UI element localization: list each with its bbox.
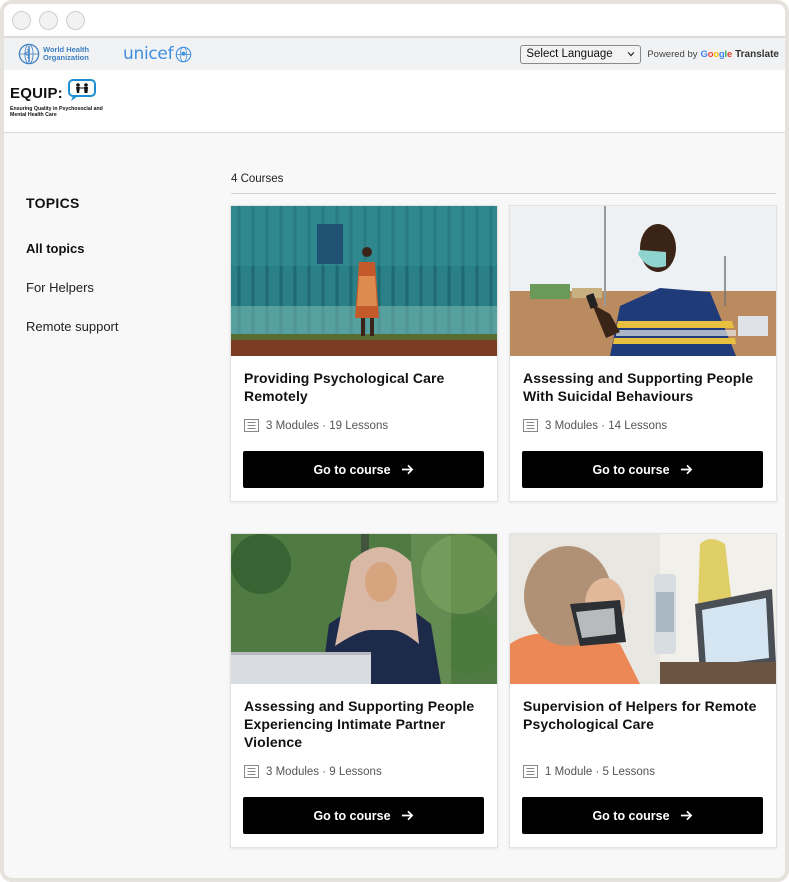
unicef-logo-text: unicef xyxy=(123,44,174,64)
google-logo: Google xyxy=(700,48,733,60)
topic-for-helpers[interactable]: For Helpers xyxy=(26,280,206,295)
go-to-course-label: Go to course xyxy=(313,808,391,823)
topic-all-topics[interactable]: All topics xyxy=(26,241,206,256)
chevron-down-icon xyxy=(628,52,635,57)
window-close-button[interactable] xyxy=(12,10,31,30)
go-to-course-button[interactable]: Go to course xyxy=(243,797,484,834)
who-logo-text: World Health Organization xyxy=(43,45,90,62)
go-to-course-button[interactable]: Go to course xyxy=(522,797,763,834)
course-title[interactable]: Assessing and Supporting People Experien… xyxy=(231,684,497,751)
go-to-course-label: Go to course xyxy=(313,462,391,477)
course-title[interactable]: Supervision of Helpers for Remote Psycho… xyxy=(510,684,776,733)
who-emblem-icon xyxy=(18,43,40,65)
go-to-course-label: Go to course xyxy=(592,808,670,823)
go-to-course-button[interactable]: Go to course xyxy=(243,451,484,488)
course-meta: 3 Modules · 9 Lessons xyxy=(244,765,382,778)
go-to-course-button[interactable]: Go to course xyxy=(522,451,763,488)
arrow-right-icon xyxy=(680,464,692,475)
equip-tagline: Ensuring Quality in Psychosocial and Men… xyxy=(10,106,103,118)
course-card[interactable]: Assessing and Supporting People With Sui… xyxy=(509,205,777,502)
arrow-right-icon xyxy=(680,810,692,821)
course-image-woman-on-phone[interactable] xyxy=(510,534,776,684)
equip-logo-text: EQUIP: xyxy=(10,85,63,102)
people-speech-bubble-icon xyxy=(67,79,96,101)
translate-widget: Select Language Powered by Google Transl… xyxy=(520,44,779,64)
course-meta-text: 3 Modules · 19 Lessons xyxy=(266,419,389,432)
site-header: EQUIP: Ensuring Quality in Psychosocial … xyxy=(4,70,785,133)
course-image-man-with-phone[interactable] xyxy=(510,206,776,356)
powered-by-google[interactable]: Powered by Google Translate xyxy=(647,49,779,60)
equip-logo[interactable]: EQUIP: Ensuring Quality in Psychosocial … xyxy=(10,79,785,118)
course-title[interactable]: Assessing and Supporting People With Sui… xyxy=(510,356,776,405)
main-content: TOPICS All topics For Helpers Remote sup… xyxy=(4,133,785,878)
modules-icon xyxy=(523,765,538,778)
course-count: 4 Courses xyxy=(231,173,776,194)
language-select[interactable]: Select Language xyxy=(520,44,642,64)
unicef-logo[interactable]: unicef xyxy=(123,44,192,64)
arrow-right-icon xyxy=(401,810,413,821)
course-meta: 3 Modules · 14 Lessons xyxy=(523,419,667,432)
who-logo[interactable]: World Health Organization xyxy=(18,43,113,65)
language-select-value: Select Language xyxy=(526,48,613,60)
course-image-woman-with-laptop[interactable] xyxy=(231,534,497,684)
course-meta: 1 Module · 5 Lessons xyxy=(523,765,655,778)
go-to-course-label: Go to course xyxy=(592,462,670,477)
course-card[interactable]: Supervision of Helpers for Remote Psycho… xyxy=(509,533,777,848)
topics-heading: TOPICS xyxy=(26,195,80,211)
topic-remote-support[interactable]: Remote support xyxy=(26,319,206,334)
browser-window: World Health Organization unicef Select … xyxy=(0,0,789,882)
window-maximize-button[interactable] xyxy=(66,10,85,30)
translate-label: Translate xyxy=(735,48,779,60)
unicef-globe-icon xyxy=(175,46,192,62)
course-card[interactable]: Assessing and Supporting People Experien… xyxy=(230,533,498,848)
course-meta-text: 3 Modules · 9 Lessons xyxy=(266,765,382,778)
powered-by-label: Powered by xyxy=(647,48,698,60)
course-card[interactable]: Providing Psychological Care Remotely 3 … xyxy=(230,205,498,502)
arrow-right-icon xyxy=(401,464,413,475)
window-titlebar xyxy=(4,4,785,38)
course-image-woman-by-wall[interactable] xyxy=(231,206,497,356)
modules-icon xyxy=(244,419,259,432)
course-title[interactable]: Providing Psychological Care Remotely xyxy=(231,356,497,405)
window-minimize-button[interactable] xyxy=(39,10,58,30)
course-meta: 3 Modules · 19 Lessons xyxy=(244,419,388,432)
course-meta-text: 1 Module · 5 Lessons xyxy=(545,765,655,778)
topics-sidebar: TOPICS All topics For Helpers Remote sup… xyxy=(26,195,206,334)
course-meta-text: 3 Modules · 14 Lessons xyxy=(545,419,668,432)
partner-bar: World Health Organization unicef Select … xyxy=(4,38,785,70)
modules-icon xyxy=(244,765,259,778)
modules-icon xyxy=(523,419,538,432)
